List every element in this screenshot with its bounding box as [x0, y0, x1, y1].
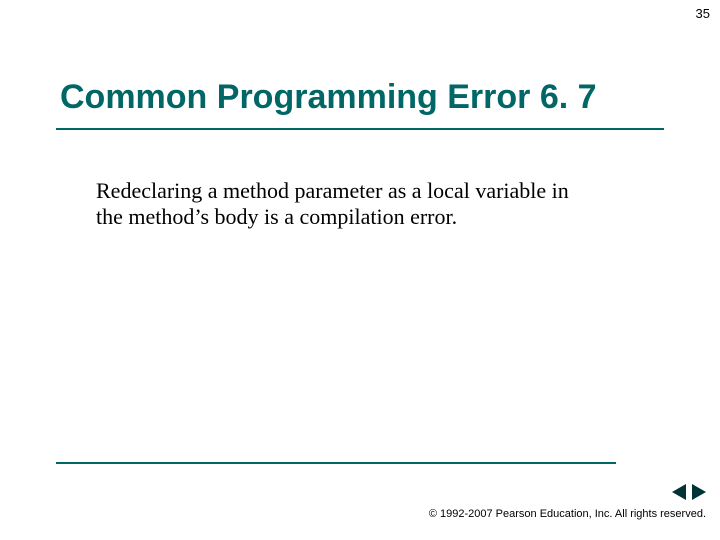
- next-slide-icon[interactable]: [692, 484, 706, 500]
- slide-title: Common Programming Error 6. 7: [60, 78, 660, 117]
- divider-top: [56, 128, 664, 130]
- nav-controls: [672, 484, 706, 500]
- page-number: 35: [696, 6, 710, 21]
- prev-slide-icon[interactable]: [672, 484, 686, 500]
- body-text: Redeclaring a method parameter as a loca…: [96, 178, 576, 231]
- divider-bottom: [56, 462, 616, 464]
- copyright-text: © 1992-2007 Pearson Education, Inc. All …: [429, 508, 706, 520]
